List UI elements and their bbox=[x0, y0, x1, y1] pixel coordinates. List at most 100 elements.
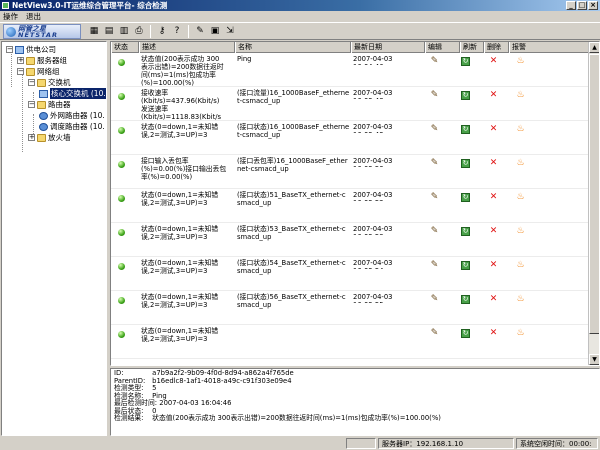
table-row[interactable]: 状态(0=down,1=未知错 误,2=测试,3=UP)=3 ✎ ↻ ✕ ♨ bbox=[111, 325, 589, 359]
table-row[interactable]: 状态值(200表示成功 300 表示出错)=200数据往返时 间(ms)=1(m… bbox=[111, 53, 589, 87]
row-date: 2007-04-03 16:04:46 bbox=[353, 55, 393, 65]
row-name bbox=[237, 327, 351, 351]
scroll-up-icon[interactable]: ▲ bbox=[589, 42, 599, 53]
expand-icon[interactable]: + bbox=[28, 134, 35, 141]
table-row[interactable]: 状态(0=down,1=未知错 误,2=测试,3=UP)=3 (接口状态)51_B… bbox=[111, 189, 589, 223]
col-status[interactable]: 状态 bbox=[111, 42, 139, 53]
vertical-scrollbar[interactable]: ▲ ▼ bbox=[588, 42, 599, 365]
collapse-icon[interactable]: − bbox=[28, 79, 35, 86]
delete-icon[interactable]: ✕ bbox=[489, 91, 498, 100]
alarm-icon[interactable]: ♨ bbox=[516, 261, 525, 270]
refresh-icon[interactable]: ↻ bbox=[461, 57, 470, 66]
table-row[interactable]: 状态(0=down,1=未知错 误,2=测试,3=UP)=3 (接口状态)56_B… bbox=[111, 291, 589, 325]
alarm-icon[interactable]: ♨ bbox=[516, 159, 525, 168]
edit-icon[interactable]: ✎ bbox=[430, 159, 439, 168]
minimize-button[interactable]: _ bbox=[566, 1, 576, 10]
menu-exit[interactable]: 退出 bbox=[26, 11, 41, 22]
edit-icon[interactable]: ✎ bbox=[430, 295, 439, 304]
col-description[interactable]: 描述 bbox=[139, 42, 235, 53]
col-delete[interactable]: 删除 bbox=[484, 42, 509, 53]
tree-node-network[interactable]: − 网络组 bbox=[17, 66, 60, 77]
maximize-button[interactable]: □ bbox=[577, 1, 587, 10]
tree-node-servers[interactable]: + 服务器组 bbox=[17, 55, 67, 66]
delete-icon[interactable]: ✕ bbox=[489, 227, 498, 236]
edit-icon[interactable]: ✎ bbox=[194, 25, 206, 37]
refresh-icon[interactable]: ↻ bbox=[461, 295, 470, 304]
row-name: (接口状态)56_BaseTX_ethernet-c smacd_up bbox=[237, 293, 346, 309]
edit-icon[interactable]: ✎ bbox=[430, 57, 439, 66]
computer-icon bbox=[15, 45, 24, 54]
collapse-icon[interactable]: − bbox=[28, 101, 35, 108]
switch-icon bbox=[39, 89, 48, 98]
tree-node-routers[interactable]: − 路由器 bbox=[28, 99, 71, 110]
menu-operate[interactable]: 操作 bbox=[3, 11, 18, 22]
edit-icon[interactable]: ✎ bbox=[430, 329, 439, 338]
refresh-icon[interactable]: ↻ bbox=[461, 159, 470, 168]
list-icon[interactable]: ▥ bbox=[118, 25, 130, 37]
status-ok-icon bbox=[118, 93, 125, 100]
close-button[interactable]: × bbox=[588, 1, 598, 10]
alarm-icon[interactable]: ♨ bbox=[516, 227, 525, 236]
tree-node-firewall[interactable]: + 放火墙 bbox=[28, 132, 71, 143]
refresh-icon[interactable]: ↻ bbox=[461, 125, 470, 134]
row-description: 接口输入丢包率 (%)=0.00(%)接口输出丢包 率(%)=0.00(%) bbox=[141, 157, 227, 181]
table-row[interactable]: 状态(0=down,1=未知错 误,2=测试,3=UP)=3 (接口状态)53_B… bbox=[111, 223, 589, 257]
delete-icon[interactable]: ✕ bbox=[489, 193, 498, 202]
delete-icon[interactable]: ✕ bbox=[489, 261, 498, 270]
log-icon[interactable]: ▣ bbox=[209, 25, 221, 37]
alarm-icon[interactable]: ♨ bbox=[516, 91, 525, 100]
col-edit[interactable]: 编辑 bbox=[425, 42, 460, 53]
delete-icon[interactable]: ✕ bbox=[489, 329, 498, 338]
delete-icon[interactable]: ✕ bbox=[489, 159, 498, 168]
tree-node-switches[interactable]: − 交换机 bbox=[28, 77, 71, 88]
table-icon[interactable]: ▦ bbox=[88, 25, 100, 37]
print-icon[interactable]: ⎙ bbox=[133, 25, 145, 37]
col-alarm[interactable]: 报警 bbox=[509, 42, 589, 53]
edit-icon[interactable]: ✎ bbox=[430, 261, 439, 270]
scroll-thumb[interactable] bbox=[589, 54, 599, 334]
delete-icon[interactable]: ✕ bbox=[489, 125, 498, 134]
tree-node-core-switch[interactable]: 核心交换机 (10. bbox=[39, 88, 106, 99]
status-ok-icon bbox=[118, 263, 125, 270]
edit-icon[interactable]: ✎ bbox=[430, 227, 439, 236]
table-row[interactable]: 接口输入丢包率 (%)=0.00(%)接口输出丢包 率(%)=0.00(%) (接… bbox=[111, 155, 589, 189]
collapse-icon[interactable]: − bbox=[17, 68, 24, 75]
scroll-down-icon[interactable]: ▼ bbox=[589, 354, 599, 365]
alarm-icon[interactable]: ♨ bbox=[516, 295, 525, 304]
alarm-icon[interactable]: ♨ bbox=[516, 125, 525, 134]
edit-icon[interactable]: ✎ bbox=[430, 125, 439, 134]
edit-icon[interactable]: ✎ bbox=[430, 91, 439, 100]
status-ok-icon bbox=[118, 297, 125, 304]
tree-node-company[interactable]: − 供电公司 bbox=[6, 44, 56, 55]
alarm-icon[interactable]: ♨ bbox=[516, 193, 525, 202]
table-row[interactable]: 接收速率 (Kbit/s)=437.96(Kbit/s) 发送速率 (Kbit/… bbox=[111, 87, 589, 121]
col-name[interactable]: 名称 bbox=[235, 42, 351, 53]
collapse-icon[interactable]: − bbox=[6, 46, 13, 53]
delete-icon[interactable]: ✕ bbox=[489, 57, 498, 66]
delete-icon[interactable]: ✕ bbox=[489, 295, 498, 304]
key-icon[interactable]: ⚷ bbox=[156, 25, 168, 37]
row-date: 2007-04-03 16:09:52 bbox=[353, 191, 393, 201]
col-date[interactable]: 最新日期 bbox=[351, 42, 425, 53]
col-refresh[interactable]: 刷新 bbox=[460, 42, 484, 53]
status-ok-icon bbox=[118, 127, 125, 134]
menu-bar: 操作 退出 bbox=[0, 11, 600, 22]
exit-icon[interactable]: ⇲ bbox=[224, 25, 236, 37]
tree-node-external-router[interactable]: 外网路由器 (10. bbox=[39, 110, 105, 121]
refresh-icon[interactable]: ↻ bbox=[461, 193, 470, 202]
tree-node-dispatch-router[interactable]: 调度路由器 (10. bbox=[39, 121, 105, 132]
expand-icon[interactable]: + bbox=[17, 57, 24, 64]
app-icon bbox=[2, 2, 9, 9]
tree-icon[interactable]: ▤ bbox=[103, 25, 115, 37]
table-row[interactable]: 状态(0=down,1=未知错 误,2=测试,3=UP)=3 (接口状态)54_B… bbox=[111, 257, 589, 291]
help-icon[interactable]: ? bbox=[171, 25, 183, 37]
edit-icon[interactable]: ✎ bbox=[430, 193, 439, 202]
refresh-icon[interactable]: ↻ bbox=[461, 261, 470, 270]
alarm-icon[interactable]: ♨ bbox=[516, 329, 525, 338]
alarm-icon[interactable]: ♨ bbox=[516, 57, 525, 66]
table-row[interactable]: 状态(0=down,1=未知错 误,2=测试,3=UP)=3 (接口状态)16_1… bbox=[111, 121, 589, 155]
row-description: 状态(0=down,1=未知错 误,2=测试,3=UP)=3 bbox=[141, 225, 219, 241]
refresh-icon[interactable]: ↻ bbox=[461, 329, 470, 338]
refresh-icon[interactable]: ↻ bbox=[461, 227, 470, 236]
refresh-icon[interactable]: ↻ bbox=[461, 91, 470, 100]
